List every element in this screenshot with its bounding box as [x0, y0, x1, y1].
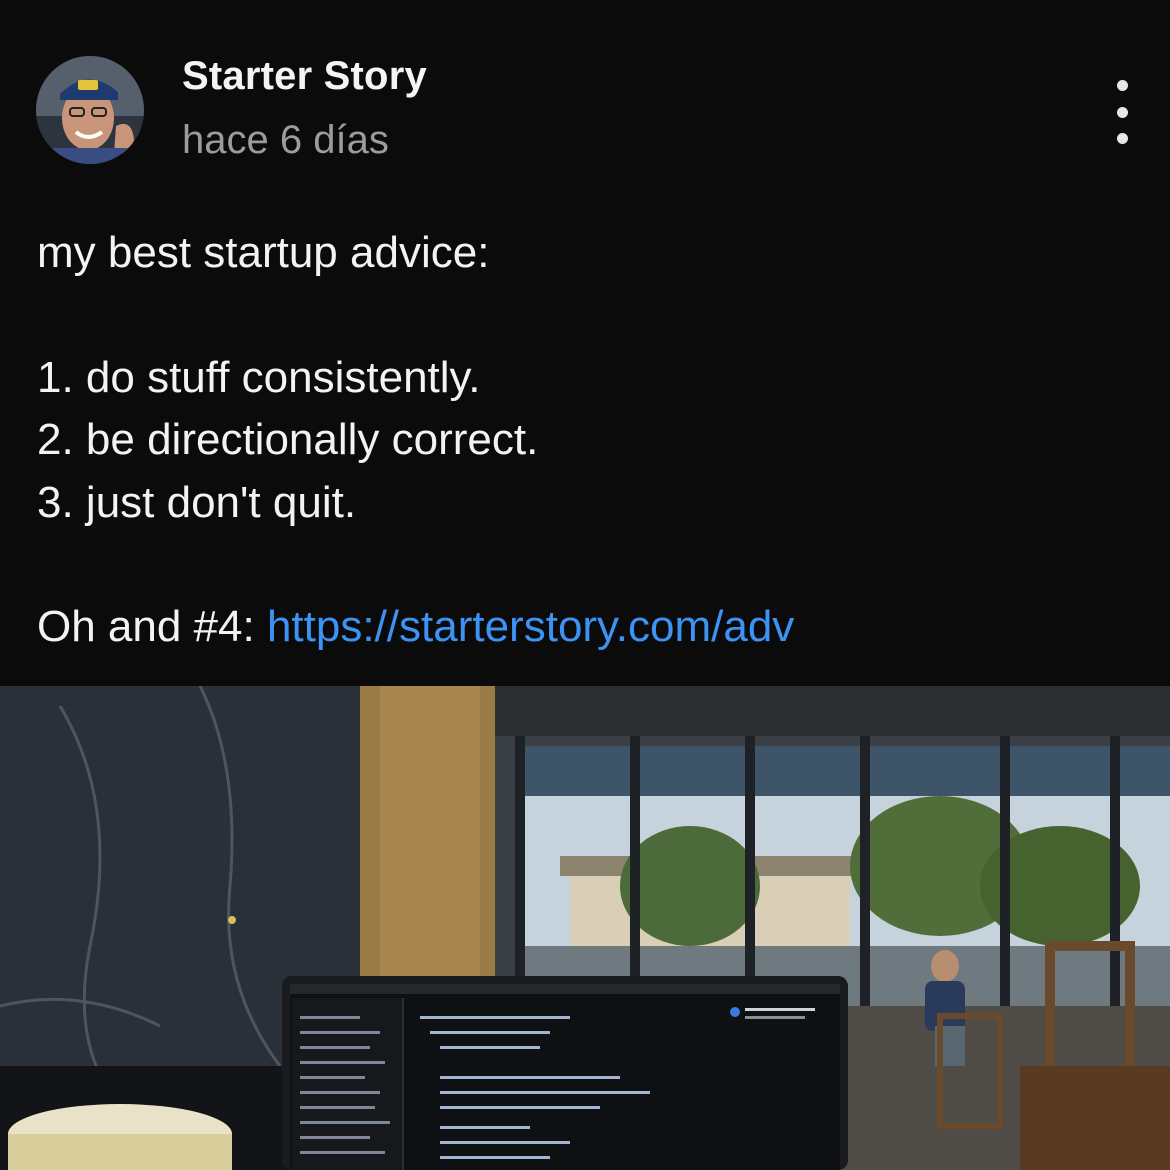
- post-line-outro: Oh and #4: https://starterstory.com/adv: [37, 596, 1137, 659]
- dot: [1116, 106, 1128, 118]
- avatar-photo: [36, 56, 144, 164]
- post-line-item-3: 3. just don't quit.: [37, 477, 357, 527]
- post-line-intro: my best startup advice:: [37, 228, 490, 277]
- dot: [1116, 80, 1128, 91]
- outro-prefix: Oh and #4:: [37, 602, 267, 651]
- post-line-item-1: 1. do stuff consistently.: [37, 352, 481, 402]
- post-image[interactable]: [0, 686, 1170, 1170]
- dot: [1116, 133, 1128, 144]
- more-vertical-icon[interactable]: [1100, 80, 1144, 144]
- author-avatar[interactable]: [36, 56, 144, 164]
- post-timestamp: hace 6 días: [182, 118, 389, 162]
- post-line-item-2: 2. be directionally correct.: [37, 415, 539, 464]
- post-link[interactable]: https://starterstory.com/adv: [267, 602, 794, 651]
- post-text: my best startup advice: 1. do stuff cons…: [37, 222, 1137, 659]
- photo-laptop-cafe: [0, 686, 1170, 1170]
- post-header: Starter Story hace 6 días: [0, 0, 1170, 200]
- author-name[interactable]: Starter Story: [182, 54, 427, 99]
